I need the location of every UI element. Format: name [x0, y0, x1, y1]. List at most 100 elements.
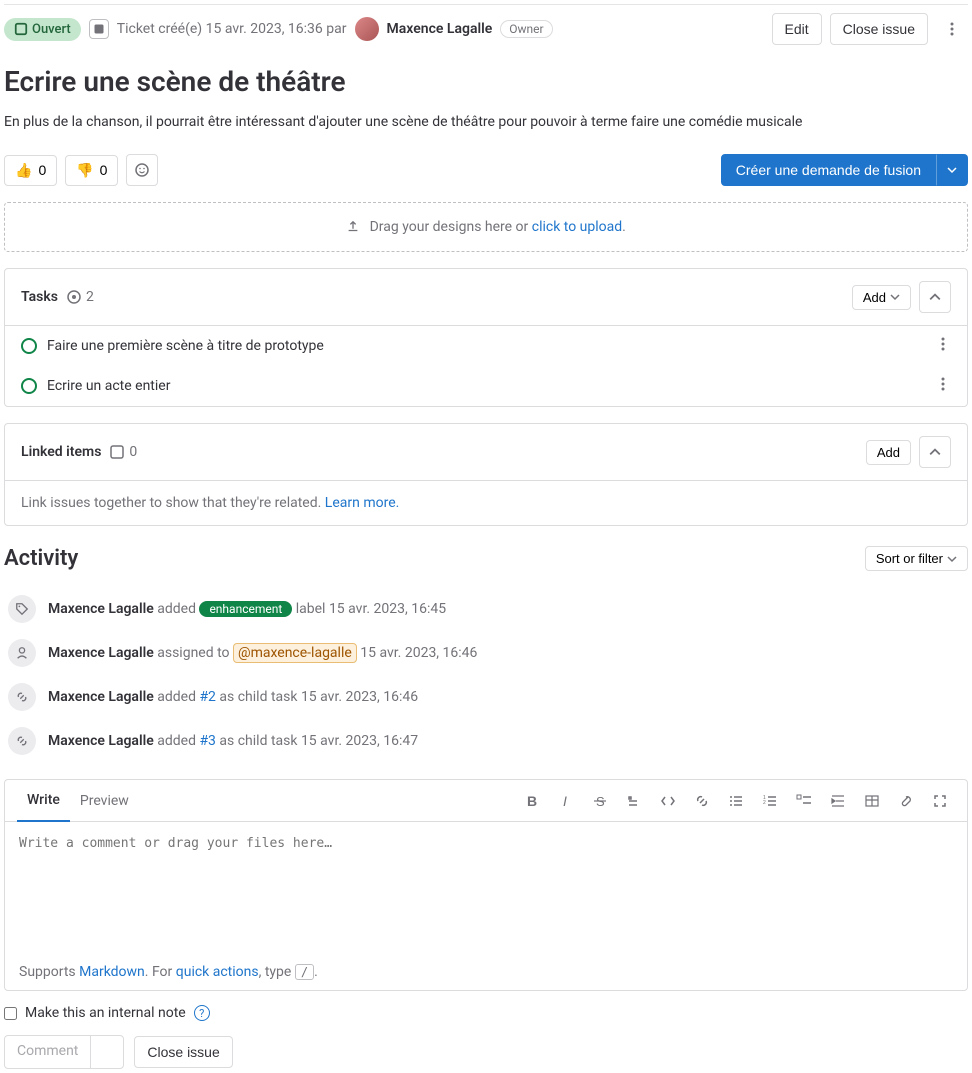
task-status-icon: [21, 378, 37, 394]
preview-tab[interactable]: Preview: [70, 781, 139, 821]
user-icon: [8, 639, 36, 667]
write-tab[interactable]: Write: [17, 780, 70, 822]
collapse-linked-button[interactable]: [919, 436, 951, 468]
activity-text: Maxence Lagalle added #2 as child task 1…: [48, 689, 418, 705]
slash-key: /: [295, 964, 314, 980]
close-issue-button[interactable]: Close issue: [830, 13, 928, 45]
link-button[interactable]: [687, 786, 717, 816]
kebab-icon: [944, 21, 960, 37]
user-mention[interactable]: @maxence-lagalle: [233, 643, 357, 663]
fullscreen-button[interactable]: [925, 786, 955, 816]
task-status-icon: [21, 338, 37, 354]
task-item[interactable]: Faire une première scène à titre de prot…: [5, 326, 967, 366]
attach-button[interactable]: [891, 786, 921, 816]
author-avatar[interactable]: [355, 17, 379, 41]
tasks-panel-header: Tasks 2 Add: [5, 269, 967, 325]
task-title: Ecrire un acte entier: [47, 378, 170, 394]
linked-count-badge: 0: [109, 444, 137, 460]
task-item[interactable]: Ecrire un acte entier: [5, 366, 967, 406]
label-icon: [8, 595, 36, 623]
svg-text:I: I: [563, 793, 567, 809]
design-upload-zone[interactable]: Drag your designs here or click to uploa…: [4, 202, 968, 252]
close-issue-button-bottom[interactable]: Close issue: [134, 1036, 232, 1068]
create-mr-dropdown[interactable]: [936, 154, 968, 186]
issue-title: Ecrire une scène de théâtre: [4, 65, 968, 98]
editor-footer: Supports Markdown. For quick actions, ty…: [5, 954, 967, 990]
linked-items-header: Linked items 0 Add: [5, 424, 967, 480]
thumbs-down-icon: 👎: [76, 162, 93, 179]
table-icon: [864, 793, 880, 809]
chevron-up-icon: [929, 291, 941, 303]
chevron-down-icon: [947, 165, 957, 175]
linked-items-panel: Linked items 0 Add Link issues together …: [4, 423, 968, 526]
sort-filter-button[interactable]: Sort or filter: [865, 546, 968, 571]
strike-button[interactable]: S: [585, 786, 615, 816]
chevron-up-icon: [929, 446, 941, 458]
issue-header: Ouvert Ticket créé(e) 15 avr. 2023, 16:3…: [4, 4, 968, 53]
attach-icon: [898, 793, 914, 809]
created-meta: Ticket créé(e) 15 avr. 2023, 16:36 par: [117, 21, 347, 37]
link-icon: [694, 793, 710, 809]
editor-toolbar: B I S 12: [517, 786, 955, 816]
markdown-link[interactable]: Markdown: [79, 964, 145, 980]
create-mr-button[interactable]: Créer une demande de fusion: [721, 154, 936, 186]
checklist-icon: [796, 793, 812, 809]
tasks-count-badge: 2: [66, 289, 94, 305]
bold-button[interactable]: B: [517, 786, 547, 816]
activity-list: Maxence Lagalle added enhancement label …: [4, 587, 968, 763]
add-linked-item-button[interactable]: Add: [866, 440, 911, 465]
fullscreen-icon: [932, 793, 948, 809]
table-button[interactable]: [857, 786, 887, 816]
task-actions-button[interactable]: [935, 336, 951, 356]
task-count-icon: [66, 289, 82, 305]
upload-link[interactable]: click to upload: [532, 219, 622, 235]
code-button[interactable]: [653, 786, 683, 816]
link-icon: [8, 727, 36, 755]
comment-textarea[interactable]: [19, 836, 953, 936]
collapse-tasks-button[interactable]: [919, 281, 951, 313]
activity-text: Maxence Lagalle assigned to @maxence-lag…: [48, 645, 477, 661]
indent-button[interactable]: [823, 786, 853, 816]
svg-text:2: 2: [763, 800, 766, 806]
italic-button[interactable]: I: [551, 786, 581, 816]
add-reaction-button[interactable]: [126, 154, 158, 186]
owner-badge: Owner: [500, 20, 552, 38]
add-task-button[interactable]: Add: [852, 285, 911, 310]
bold-icon: B: [524, 793, 540, 809]
linked-title: Linked items: [21, 444, 101, 460]
issue-open-icon: [14, 22, 28, 36]
task-actions-button[interactable]: [935, 376, 951, 396]
bullet-list-button[interactable]: [721, 786, 751, 816]
more-actions-button[interactable]: [936, 13, 968, 45]
indent-icon: [830, 793, 846, 809]
quick-actions-link[interactable]: quick actions: [176, 964, 259, 980]
numbered-list-button[interactable]: 12: [755, 786, 785, 816]
edit-button[interactable]: Edit: [772, 13, 822, 45]
italic-icon: I: [558, 793, 574, 809]
code-icon: [660, 793, 676, 809]
reaction-row: 👍 0 👎 0 Créer une demande de fusion: [4, 154, 968, 186]
author-name[interactable]: Maxence Lagalle: [387, 21, 493, 37]
label-pill[interactable]: enhancement: [199, 601, 292, 617]
task-title: Faire une première scène à titre de prot…: [47, 338, 324, 354]
task-list: Faire une première scène à titre de prot…: [5, 325, 967, 406]
task-list-button[interactable]: [789, 786, 819, 816]
issue-ref[interactable]: #2: [199, 689, 216, 705]
thumbs-up-button[interactable]: 👍 0: [4, 155, 57, 186]
comment-dropdown[interactable]: [91, 1036, 123, 1068]
svg-text:B: B: [527, 793, 537, 809]
bullet-list-icon: [728, 793, 744, 809]
comment-editor: Write Preview B I S 12 Supports Markdown…: [4, 779, 968, 991]
activity-item: Maxence Lagalle assigned to @maxence-lag…: [4, 631, 968, 675]
thumbs-down-button[interactable]: 👎 0: [65, 155, 118, 186]
comment-button[interactable]: Comment: [5, 1036, 91, 1068]
help-icon[interactable]: ?: [194, 1005, 210, 1021]
activity-text: Maxence Lagalle added #3 as child task 1…: [48, 733, 418, 749]
quote-button[interactable]: [619, 786, 649, 816]
issue-ref[interactable]: #3: [199, 733, 216, 749]
quote-icon: [626, 793, 642, 809]
thumbs-up-icon: 👍: [15, 162, 32, 179]
learn-more-link[interactable]: Learn more.: [325, 495, 400, 511]
internal-note-checkbox[interactable]: [4, 1007, 17, 1020]
activity-header: Activity Sort or filter: [4, 546, 968, 571]
